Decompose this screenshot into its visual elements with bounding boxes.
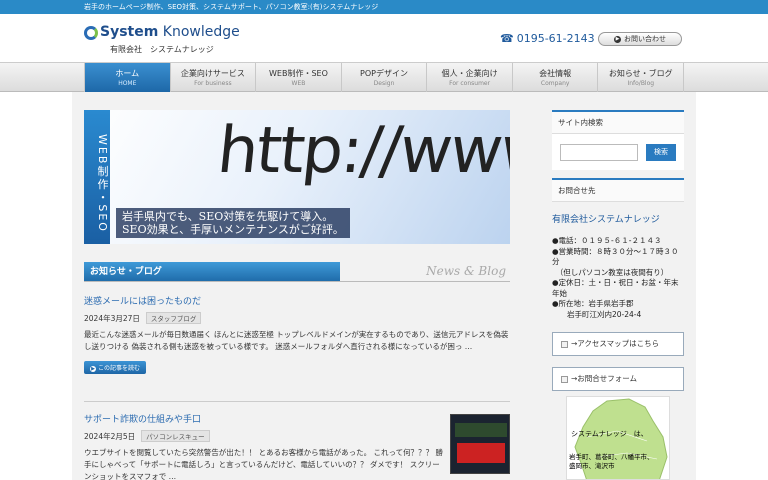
post-title-link[interactable]: サポート詐欺の仕組みや手口 — [84, 412, 444, 425]
news-heading: お知らせ・ブログ News & Blog — [84, 262, 510, 282]
logo-subtitle: 有限会社 システムナレッジ — [110, 45, 214, 54]
nav-blog[interactable]: お知らせ・ブログ Info/Blog — [598, 63, 685, 92]
nav-company[interactable]: 会社情報 Company — [513, 63, 599, 92]
nav-business[interactable]: 企業向けサービス For business — [171, 63, 257, 92]
search-input[interactable] — [560, 144, 638, 161]
site-header: System Knowledge 有限会社 システムナレッジ ☎ 0195-61-… — [0, 14, 768, 62]
post-title-link[interactable]: 迷惑メールには困ったものだ — [84, 294, 510, 307]
contact-details: ●電話：０１９５-６１-２１４３ ●営業時間：８時３０分～１７時３０分 （但しパ… — [552, 236, 679, 319]
post-meta: 2024年2月5日 パソコンレスキュー — [84, 430, 444, 442]
phone-icon: ☎ — [500, 32, 514, 45]
nav-pop-design[interactable]: POPデザイン Design — [342, 63, 428, 92]
service-area-map[interactable]: システムナレッジ は、 岩手町、葛巻町、八幡平市、 盛岡市、滝沢市 — [566, 396, 670, 480]
site-search-box: サイト内検索 検索 — [552, 110, 684, 170]
banner-side-label: WEB制作・SEO — [84, 110, 110, 244]
news-heading-en: News & Blog — [426, 264, 506, 278]
mail-icon — [561, 375, 568, 383]
news-heading-title: お知らせ・ブログ — [84, 262, 340, 282]
post-meta: 2024年3月27日 スタッフブログ — [84, 312, 510, 324]
banner-copy: 岩手県内でも、SEO対策を先駆けて導入。 SEO効果と、手厚いメンテナンスがご好… — [116, 208, 350, 238]
post-category-tag[interactable]: パソコンレスキュー — [141, 430, 210, 442]
map-icon — [561, 340, 568, 348]
post-thumbnail[interactable] — [450, 414, 510, 474]
arrow-right-icon: ▶ — [614, 35, 621, 43]
map-cities: 岩手町、葛巻町、八幡平市、 盛岡市、滝沢市 — [569, 453, 654, 470]
nav-consumer[interactable]: 個人・企業向け For consumer — [427, 63, 513, 92]
divider — [84, 281, 510, 282]
hero-banner[interactable]: WEB制作・SEO http://www 岩手県内でも、SEO対策を先駆けて導入… — [84, 110, 510, 244]
map-label: システムナレッジ は、 — [571, 430, 648, 438]
global-nav: ホーム HOME 企業向けサービス For business WEB制作・SEO WE… — [0, 62, 768, 92]
blog-post: 迷惑メールには困ったものだ 2024年3月27日 スタッフブログ 最近こんな迷惑メ… — [84, 294, 510, 374]
company-name: 有限会社システムナレッジ — [552, 215, 660, 225]
blog-post: サポート詐欺の仕組みや手口 2024年2月5日 パソコンレスキュー ウエブサイトを… — [84, 412, 444, 480]
contact-button[interactable]: ▶ お問い合わせ — [598, 32, 682, 46]
nav-home[interactable]: ホーム HOME — [84, 63, 171, 92]
divider — [84, 401, 510, 402]
banner-url-text: http://www — [214, 114, 510, 188]
top-info-bar: 岩手のホームページ制作、SEO対策、システムサポート、パソコン教室:(有)システ… — [0, 0, 768, 14]
top-info-text: 岩手のホームページ制作、SEO対策、システムサポート、パソコン教室:(有)システ… — [84, 3, 379, 11]
arrow-right-icon: ▶ — [90, 365, 96, 372]
post-excerpt: 最近こんな迷惑メールが毎日数通届く ほんとに迷惑至極 トップレベルドメインが実在… — [84, 330, 509, 351]
post-date: 2024年3月27日 — [84, 314, 140, 323]
search-button[interactable]: 検索 — [646, 144, 676, 161]
read-more-button[interactable]: ▶ この記事を読む — [84, 361, 147, 374]
nav-web-seo[interactable]: WEB制作・SEO WEB — [256, 63, 342, 92]
post-excerpt: ウエブサイトを閲覧していたら突然警告が出た！！ とあるお客様から電話があった。 … — [84, 448, 444, 480]
contact-form-link[interactable]: →お問合せフォーム — [552, 367, 684, 391]
post-date: 2024年2月5日 — [84, 432, 136, 441]
contact-heading: お問合せ先 — [552, 180, 684, 202]
logo-mark-icon — [84, 26, 98, 40]
access-map-link[interactable]: →アクセスマップはこちら — [552, 332, 684, 356]
post-category-tag[interactable]: スタッフブログ — [145, 312, 202, 324]
search-heading: サイト内検索 — [552, 112, 684, 134]
contact-info-box: お問合せ先 — [552, 178, 684, 202]
phone-number: ☎ 0195-61-2143 — [500, 32, 595, 45]
logo-text: System Knowledge — [100, 24, 240, 40]
